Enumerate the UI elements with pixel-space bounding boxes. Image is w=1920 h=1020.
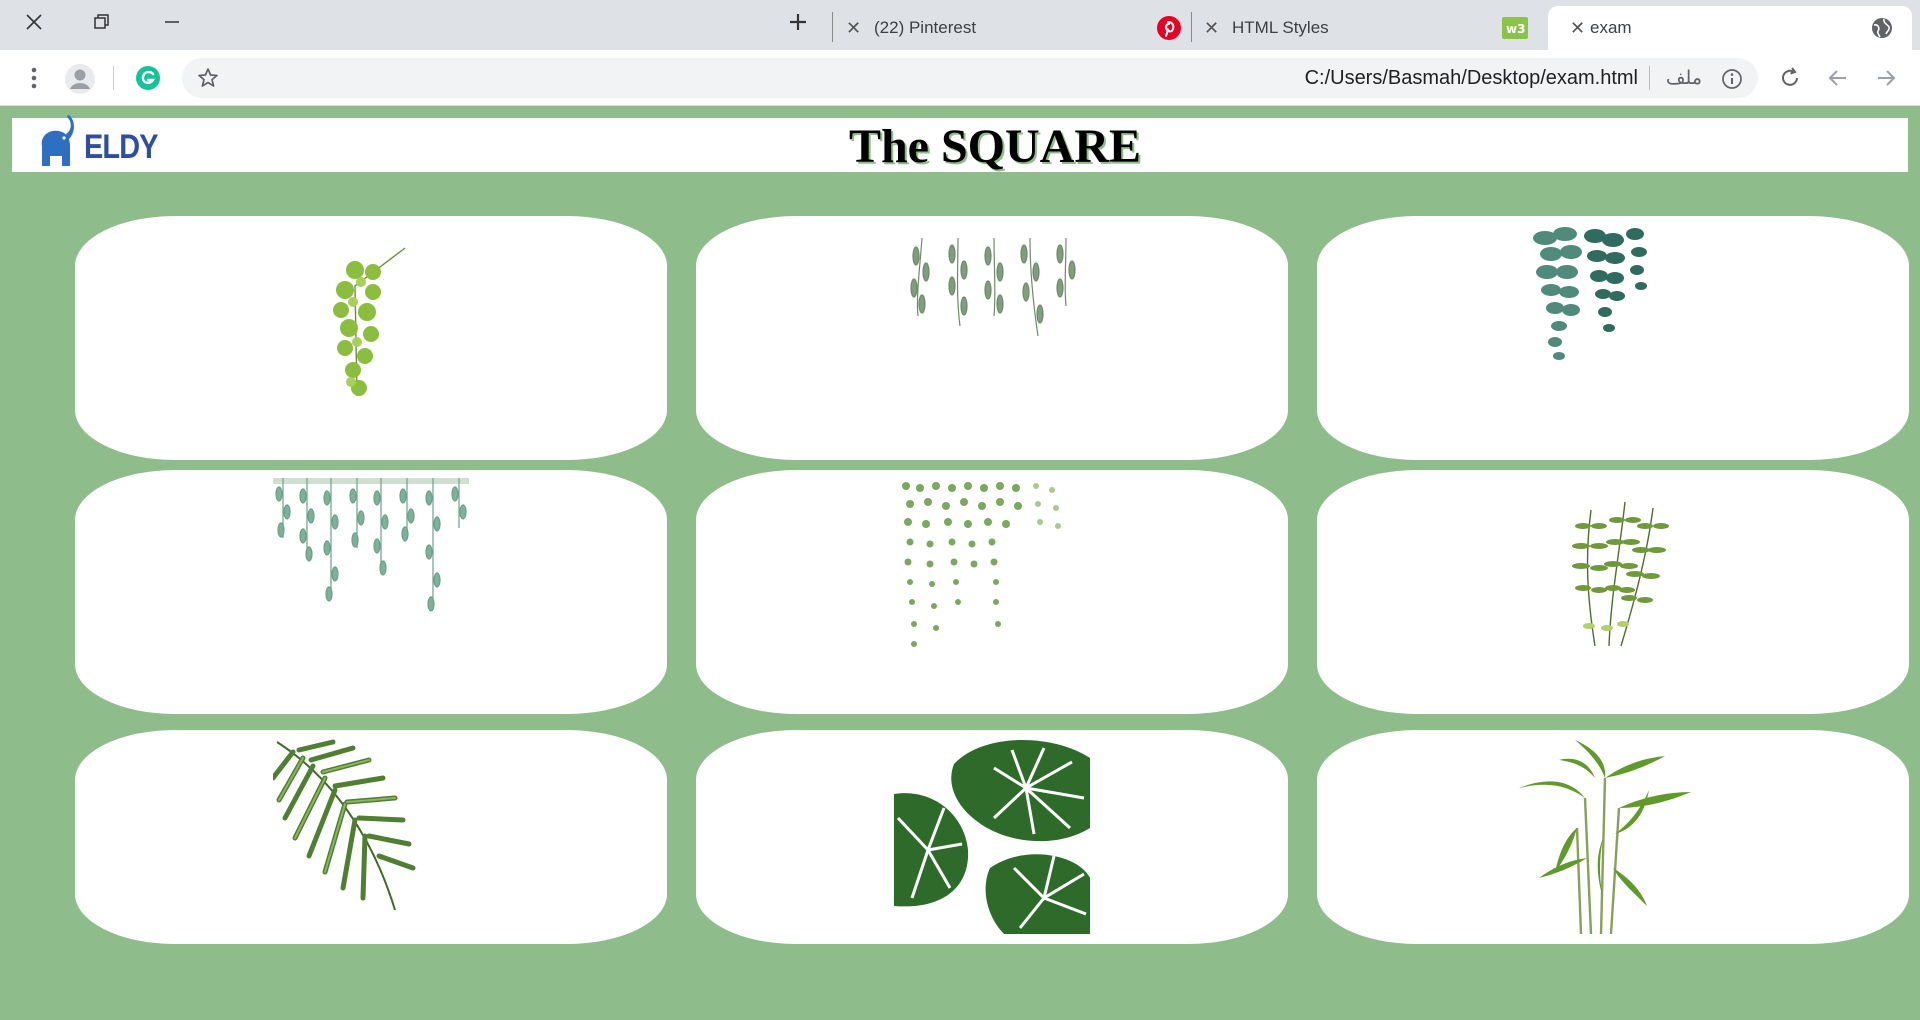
tab-label: HTML Styles	[1232, 18, 1329, 37]
tab-close-icon[interactable]: ✕	[1570, 18, 1585, 39]
frond-plant-icon	[1572, 501, 1669, 647]
close-icon	[26, 14, 42, 30]
plus-icon	[790, 14, 806, 30]
site-info-button[interactable]	[1720, 67, 1744, 91]
url-text[interactable]: C:/Users/Basmah/Desktop/exam.html	[1305, 67, 1638, 90]
pinterest-icon	[1157, 16, 1181, 40]
reload-icon	[1782, 67, 1798, 86]
avatar-icon	[65, 64, 95, 94]
willow-plant-icon	[910, 237, 1076, 337]
file-badge: ملف	[1665, 67, 1702, 89]
plant-card-monstera-leaves[interactable]	[696, 730, 1288, 944]
menu-button[interactable]	[20, 64, 48, 92]
site-header: ELDY The SQUARE	[12, 115, 1908, 173]
profile-button[interactable]	[64, 63, 96, 95]
plant-card-string-of-pearls[interactable]	[696, 470, 1288, 714]
vines-plant-icon	[273, 478, 469, 612]
address-bar[interactable]: C:/Users/Basmah/Desktop/exam.html ملف	[182, 58, 1758, 98]
monstera-plant-icon	[894, 739, 1090, 934]
forward-button[interactable]	[1872, 64, 1900, 92]
globe-icon	[1872, 18, 1892, 38]
tab-pinterest[interactable]: ✕ (22) Pinterest	[840, 6, 1188, 50]
restore-icon	[94, 14, 109, 29]
tab-label: (22) Pinterest	[874, 18, 977, 37]
browser-toolbar: C:/Users/Basmah/Desktop/exam.html ملف	[0, 50, 1920, 106]
tab-close-icon[interactable]: ✕	[846, 18, 861, 39]
plant-card-maidenhair-fern[interactable]	[75, 216, 667, 460]
pearls-plant-icon	[902, 482, 1061, 647]
more-vert-icon	[31, 67, 37, 89]
eucalyptus-plant-icon	[1533, 227, 1647, 360]
back-button[interactable]	[1824, 64, 1852, 92]
restore-window-button[interactable]	[72, 0, 132, 44]
toolbar-divider	[113, 66, 114, 90]
tab-divider	[832, 12, 833, 42]
plant-card-fern-fronds[interactable]	[1317, 470, 1909, 714]
page-content: ELDY The SQUARE	[0, 106, 1920, 1020]
tab-close-icon[interactable]: ✕	[1204, 18, 1219, 39]
star-icon	[198, 68, 218, 87]
tab-strip: ✕ (22) Pinterest ✕ HTML Styles w3 ✕ exam	[0, 0, 1920, 50]
grammarly-extension-button[interactable]	[134, 64, 162, 92]
plant-card-eucalyptus[interactable]	[1317, 216, 1909, 460]
grammarly-icon	[136, 66, 160, 90]
arrow-right-icon	[1878, 70, 1896, 86]
new-tab-button[interactable]	[768, 0, 828, 44]
plant-card-hanging-willow[interactable]	[696, 216, 1288, 460]
bamboo-plant-icon	[1519, 740, 1691, 934]
fern-plant-icon	[333, 247, 406, 397]
plant-card-weeping-vines[interactable]	[75, 470, 667, 714]
svg-text:w3: w3	[1506, 22, 1525, 36]
minimize-icon	[165, 21, 179, 23]
w3schools-icon: w3	[1502, 17, 1528, 39]
reload-button[interactable]	[1776, 64, 1804, 92]
close-window-button[interactable]	[4, 0, 64, 44]
tab-label: exam	[1590, 18, 1632, 37]
plant-card-palm-leaf[interactable]	[75, 730, 667, 944]
bookmark-star-button[interactable]	[196, 66, 220, 90]
page-title: The SQUARE	[848, 120, 1142, 173]
omnibox-divider	[1649, 66, 1650, 90]
palm-plant-icon	[273, 739, 416, 911]
tab-html-styles[interactable]: ✕ HTML Styles w3	[1198, 6, 1538, 50]
tab-exam[interactable]: ✕ exam	[1548, 6, 1912, 50]
arrow-left-icon	[1828, 70, 1846, 86]
info-icon	[1722, 69, 1742, 89]
minimize-window-button[interactable]	[142, 0, 202, 44]
plant-card-bamboo[interactable]	[1317, 730, 1909, 944]
tab-divider	[1191, 12, 1192, 42]
